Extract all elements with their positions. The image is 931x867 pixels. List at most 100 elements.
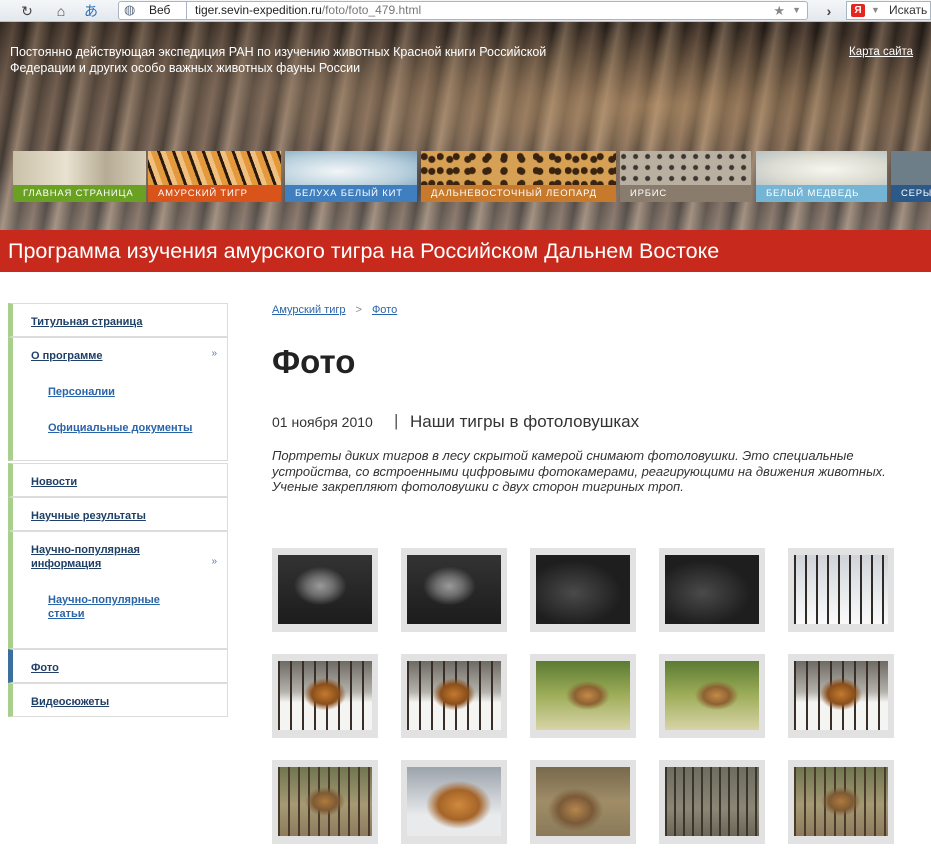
photo-thumbnail[interactable]: [530, 548, 636, 632]
photo-thumbnail-image: [407, 555, 501, 624]
program-title: Программа изучения амурского тигра на Ро…: [0, 230, 931, 272]
chevron-down-icon[interactable]: »: [211, 556, 217, 567]
organization-title: Постоянно действующая экспедиция РАН по …: [10, 45, 547, 75]
tab-image: [148, 151, 281, 185]
url-path: /foto/foto_479.html: [321, 3, 422, 17]
tab-beluga[interactable]: Белуха белый кит: [285, 151, 417, 202]
photo-thumbnail[interactable]: [530, 760, 636, 844]
photo-thumbnail-image: [665, 661, 759, 730]
chevron-down-icon[interactable]: »: [211, 348, 217, 359]
yandex-logo-icon: Я: [851, 4, 865, 17]
post-date: 01 ноября 2010: [272, 414, 373, 430]
photo-thumbnail-image: [536, 661, 630, 730]
tab-image: [285, 151, 417, 185]
photo-thumbnail[interactable]: [788, 548, 894, 632]
section-tabs: Главная страница Амурский тигр Белуха бе…: [13, 151, 931, 202]
photo-thumbnail[interactable]: [530, 654, 636, 738]
photo-thumbnail-image: [665, 555, 759, 624]
address-bar[interactable]: tiger.sevin-expedition.ru/foto/foto_479.…: [186, 1, 808, 20]
page-title: Фото: [272, 343, 356, 380]
photo-thumbnail-image: [794, 661, 888, 730]
photo-thumbnail[interactable]: [659, 654, 765, 738]
photo-thumbnail[interactable]: [272, 654, 378, 738]
search-provider-selector[interactable]: ◍ Веб: [118, 1, 186, 20]
photo-thumbnail-image: [794, 767, 888, 836]
sidebar-item-label: О программе: [31, 350, 103, 362]
sitemap-link[interactable]: Карта сайта: [849, 46, 913, 58]
tab-main[interactable]: Главная страница: [13, 151, 146, 202]
site-header: Постоянно действующая экспедиция РАН по …: [0, 22, 931, 230]
photo-thumbnail[interactable]: [659, 760, 765, 844]
photo-thumbnail[interactable]: [401, 548, 507, 632]
sidebar-item-label: Научно-популярная информация: [31, 544, 140, 570]
search-provider-label: Веб: [149, 3, 171, 17]
home-icon[interactable]: ⌂: [52, 2, 70, 20]
bookmark-star-icon[interactable]: ★: [773, 2, 785, 19]
sidebar-item-about[interactable]: О программе » Персоналии Официальные док…: [8, 337, 228, 461]
tab-label: Белуха белый кит: [285, 185, 417, 202]
sidebar-subitem-official-docs[interactable]: Официальные документы: [48, 421, 192, 435]
tab-label: Белый медведь: [756, 185, 887, 202]
sidebar-item-label: Новости: [31, 476, 78, 488]
photo-thumbnail[interactable]: [401, 760, 507, 844]
tab-image: [13, 151, 146, 185]
tab-grey-whale[interactable]: Серый: [891, 151, 931, 202]
photo-thumbnail-image: [407, 767, 501, 836]
photo-thumbnail-image: [536, 555, 630, 624]
sidebar-item-label: Фото: [31, 662, 59, 674]
sidebar-subitem-personalia[interactable]: Персоналии: [48, 385, 115, 399]
tab-label: Серый: [891, 185, 931, 202]
chevron-down-icon[interactable]: ▼: [792, 2, 801, 19]
sidebar-item-videos[interactable]: Видеосюжеты: [8, 683, 228, 717]
photo-thumbnail[interactable]: [272, 760, 378, 844]
globe-icon: ◍: [124, 2, 136, 17]
photo-thumbnail-image: [278, 661, 372, 730]
tab-far-eastern-leopard[interactable]: Дальневосточный леопард: [421, 151, 616, 202]
photo-thumbnail-image: [536, 767, 630, 836]
breadcrumb-link-amur-tiger[interactable]: Амурский тигр: [272, 304, 346, 316]
photo-thumbnail-image: [665, 767, 759, 836]
tab-polar-bear[interactable]: Белый медведь: [756, 151, 887, 202]
tab-label: Ирбис: [620, 185, 751, 202]
post-title: Наши тигры в фотоловушках: [410, 412, 640, 431]
url-domain: tiger.sevin-expedition.ru: [195, 3, 322, 17]
breadcrumb: Амурский тигр > Фото: [272, 304, 397, 316]
sidebar-item-label: Видеосюжеты: [31, 696, 110, 708]
tab-image: [756, 151, 887, 185]
breadcrumb-separator: >: [355, 304, 362, 316]
tab-label: Амурский тигр: [148, 185, 281, 202]
browser-toolbar: ↻ ⌂ あ ◍ Веб tiger.sevin-expedition.ru/fo…: [0, 0, 931, 22]
photo-thumbnail-image: [278, 767, 372, 836]
chevron-down-icon[interactable]: ▼: [871, 2, 880, 19]
tab-image: [620, 151, 751, 185]
photo-thumbnail-image: [407, 661, 501, 730]
translate-icon[interactable]: あ: [82, 2, 100, 20]
photo-thumbnail[interactable]: [788, 654, 894, 738]
reload-icon[interactable]: ↻: [18, 2, 36, 20]
sidebar-item-label: Научные результаты: [31, 510, 146, 522]
sidebar-item-popular-science[interactable]: Научно-популярная информация » Научно-по…: [8, 531, 228, 649]
post-date-separator: |: [394, 411, 399, 430]
photo-thumbnail[interactable]: [659, 548, 765, 632]
yandex-search-label: Искать: [889, 3, 928, 17]
photo-thumbnail-image: [794, 555, 888, 624]
photo-thumbnail[interactable]: [401, 654, 507, 738]
breadcrumb-link-photo[interactable]: Фото: [372, 304, 397, 316]
tab-amur-tiger[interactable]: Амурский тигр: [148, 151, 281, 202]
tab-image: [891, 151, 931, 185]
sidebar-subitem-popular-articles[interactable]: Научно-популярные статьи: [48, 593, 178, 621]
yandex-search-box[interactable]: Я ▼ Искать: [846, 1, 931, 20]
sidebar-item-photo[interactable]: Фото: [8, 649, 228, 683]
tab-image: [421, 151, 616, 185]
post-description: Портреты диких тигров в лесу скрытой кам…: [272, 448, 886, 494]
sidebar-item-news[interactable]: Новости: [8, 463, 228, 497]
chevron-right-icon[interactable]: ›: [820, 2, 838, 20]
photo-thumbnail[interactable]: [788, 760, 894, 844]
photo-thumbnail[interactable]: [272, 548, 378, 632]
sidebar-item-scientific-results[interactable]: Научные результаты: [8, 497, 228, 531]
sidebar-item-title-page[interactable]: Титульная страница: [8, 303, 228, 337]
photo-thumbnail-image: [278, 555, 372, 624]
sidebar-item-label: Титульная страница: [31, 316, 143, 328]
tab-snow-leopard[interactable]: Ирбис: [620, 151, 751, 202]
tab-label: Главная страница: [13, 185, 146, 202]
